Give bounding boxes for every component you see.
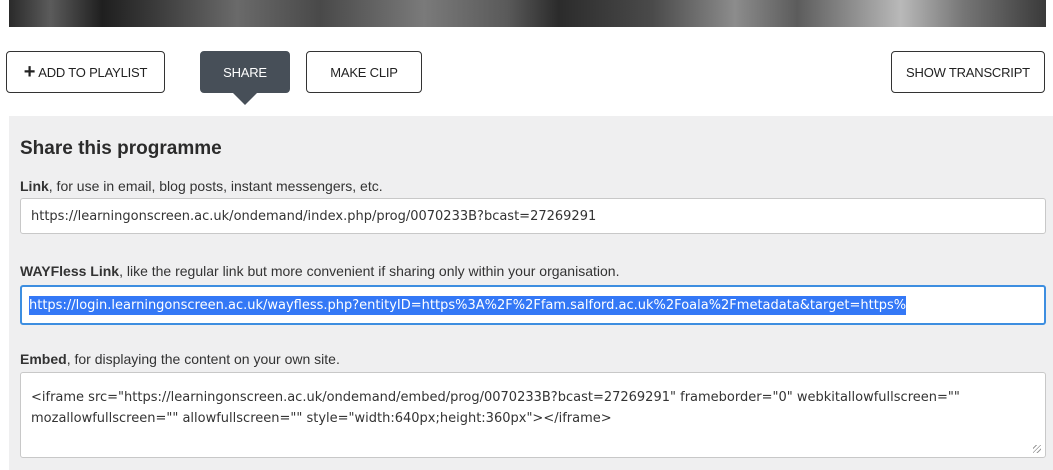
link-label-bold: Link <box>20 178 49 194</box>
resize-grip-icon[interactable] <box>1033 445 1041 453</box>
add-to-playlist-label: ADD TO PLAYLIST <box>38 64 148 80</box>
add-to-playlist-button[interactable]: + ADD TO PLAYLIST <box>6 51 165 93</box>
video-player-bottom-edge <box>9 0 1046 27</box>
link-field-value: https://learningonscreen.ac.uk/ondemand/… <box>31 208 597 224</box>
show-transcript-button[interactable]: SHOW TRANSCRIPT <box>891 51 1045 93</box>
wayfless-link-label: WAYFless Link, like the regular link but… <box>20 263 619 279</box>
make-clip-button[interactable]: MAKE CLIP <box>306 51 422 93</box>
embed-code-value: <iframe src="https://learningonscreen.ac… <box>31 390 960 426</box>
wayfless-label-rest: , like the regular link but more conveni… <box>119 263 620 279</box>
embed-label-bold: Embed <box>20 351 67 367</box>
link-label: Link, for use in email, blog posts, inst… <box>20 178 383 194</box>
wayfless-link-field[interactable]: https://login.learningonscreen.ac.uk/way… <box>20 285 1046 325</box>
wayfless-field-value: https://login.learningonscreen.ac.uk/way… <box>29 295 907 315</box>
embed-label: Embed, for displaying the content on you… <box>20 351 340 367</box>
share-panel-title: Share this programme <box>20 138 222 159</box>
share-button[interactable]: SHARE <box>200 51 290 93</box>
link-field[interactable]: https://learningonscreen.ac.uk/ondemand/… <box>20 198 1046 234</box>
plus-icon: + <box>23 61 36 83</box>
show-transcript-label: SHOW TRANSCRIPT <box>906 64 1030 80</box>
link-label-rest: , for use in email, blog posts, instant … <box>48 178 383 194</box>
embed-label-rest: , for displaying the content on your own… <box>66 351 340 367</box>
embed-code-textarea[interactable]: <iframe src="https://learningonscreen.ac… <box>20 372 1046 458</box>
wayfless-label-bold: WAYFless Link <box>20 263 120 279</box>
share-label: SHARE <box>223 64 267 80</box>
make-clip-label: MAKE CLIP <box>330 64 398 80</box>
share-active-caret-icon <box>233 93 257 105</box>
